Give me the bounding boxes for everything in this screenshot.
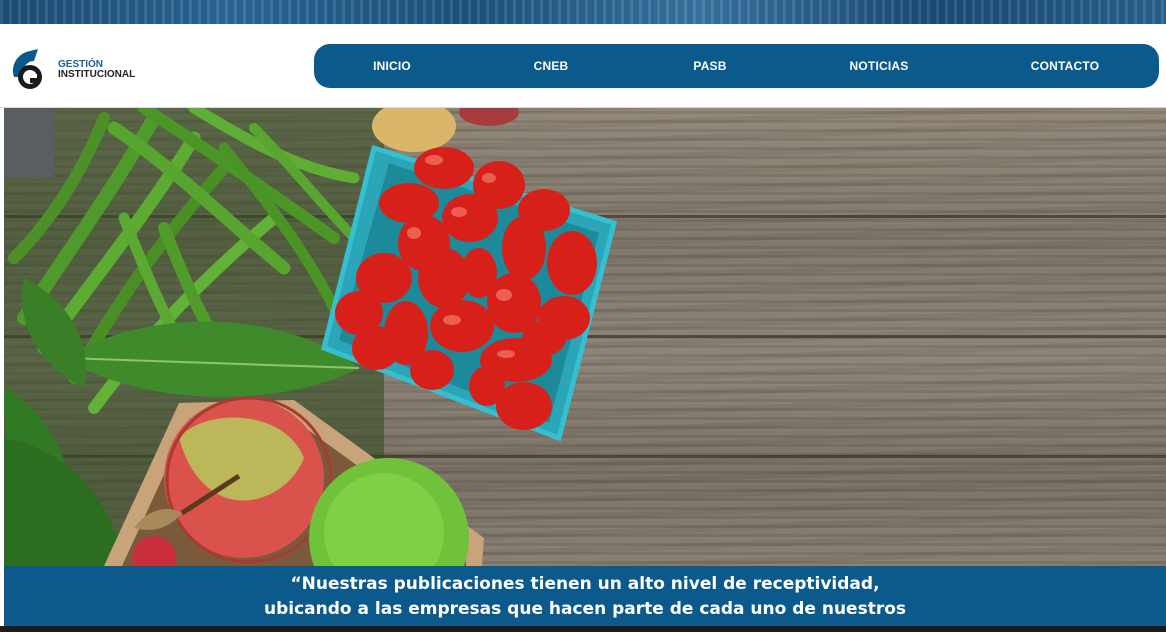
caption-line-2: ubicando a las empresas que hacen parte … <box>263 599 907 619</box>
site-header: GESTIÓN INSTITUCIONAL INICIO CNEB PASB N… <box>0 24 1166 108</box>
top-decorative-strip <box>0 0 1166 24</box>
bottom-dark-bar <box>0 626 1166 632</box>
nav-item-pasb[interactable]: PASB <box>652 44 768 88</box>
hero-banner-image <box>4 108 1166 566</box>
nav-item-contacto[interactable]: CONTACTO <box>1002 44 1128 88</box>
nav-item-cneb[interactable]: CNEB <box>493 44 609 88</box>
nav-item-noticias[interactable]: NOTICIAS <box>814 44 944 88</box>
brand-line-2: INSTITUCIONAL <box>58 69 136 80</box>
vegetables-illustration <box>4 108 618 566</box>
brand-logo[interactable]: GESTIÓN INSTITUCIONAL <box>8 46 148 92</box>
brand-name: GESTIÓN INSTITUCIONAL <box>58 60 135 80</box>
nav-item-inicio[interactable]: INICIO <box>334 44 450 88</box>
hero-caption: “Nuestras publicaciones tienen un alto n… <box>4 566 1166 626</box>
main-navigation: INICIO CNEB PASB NOTICIAS CONTACTO <box>314 44 1159 88</box>
caption-line-1: “Nuestras publicaciones tienen un alto n… <box>290 574 880 594</box>
gestion-logo-icon <box>12 49 42 89</box>
